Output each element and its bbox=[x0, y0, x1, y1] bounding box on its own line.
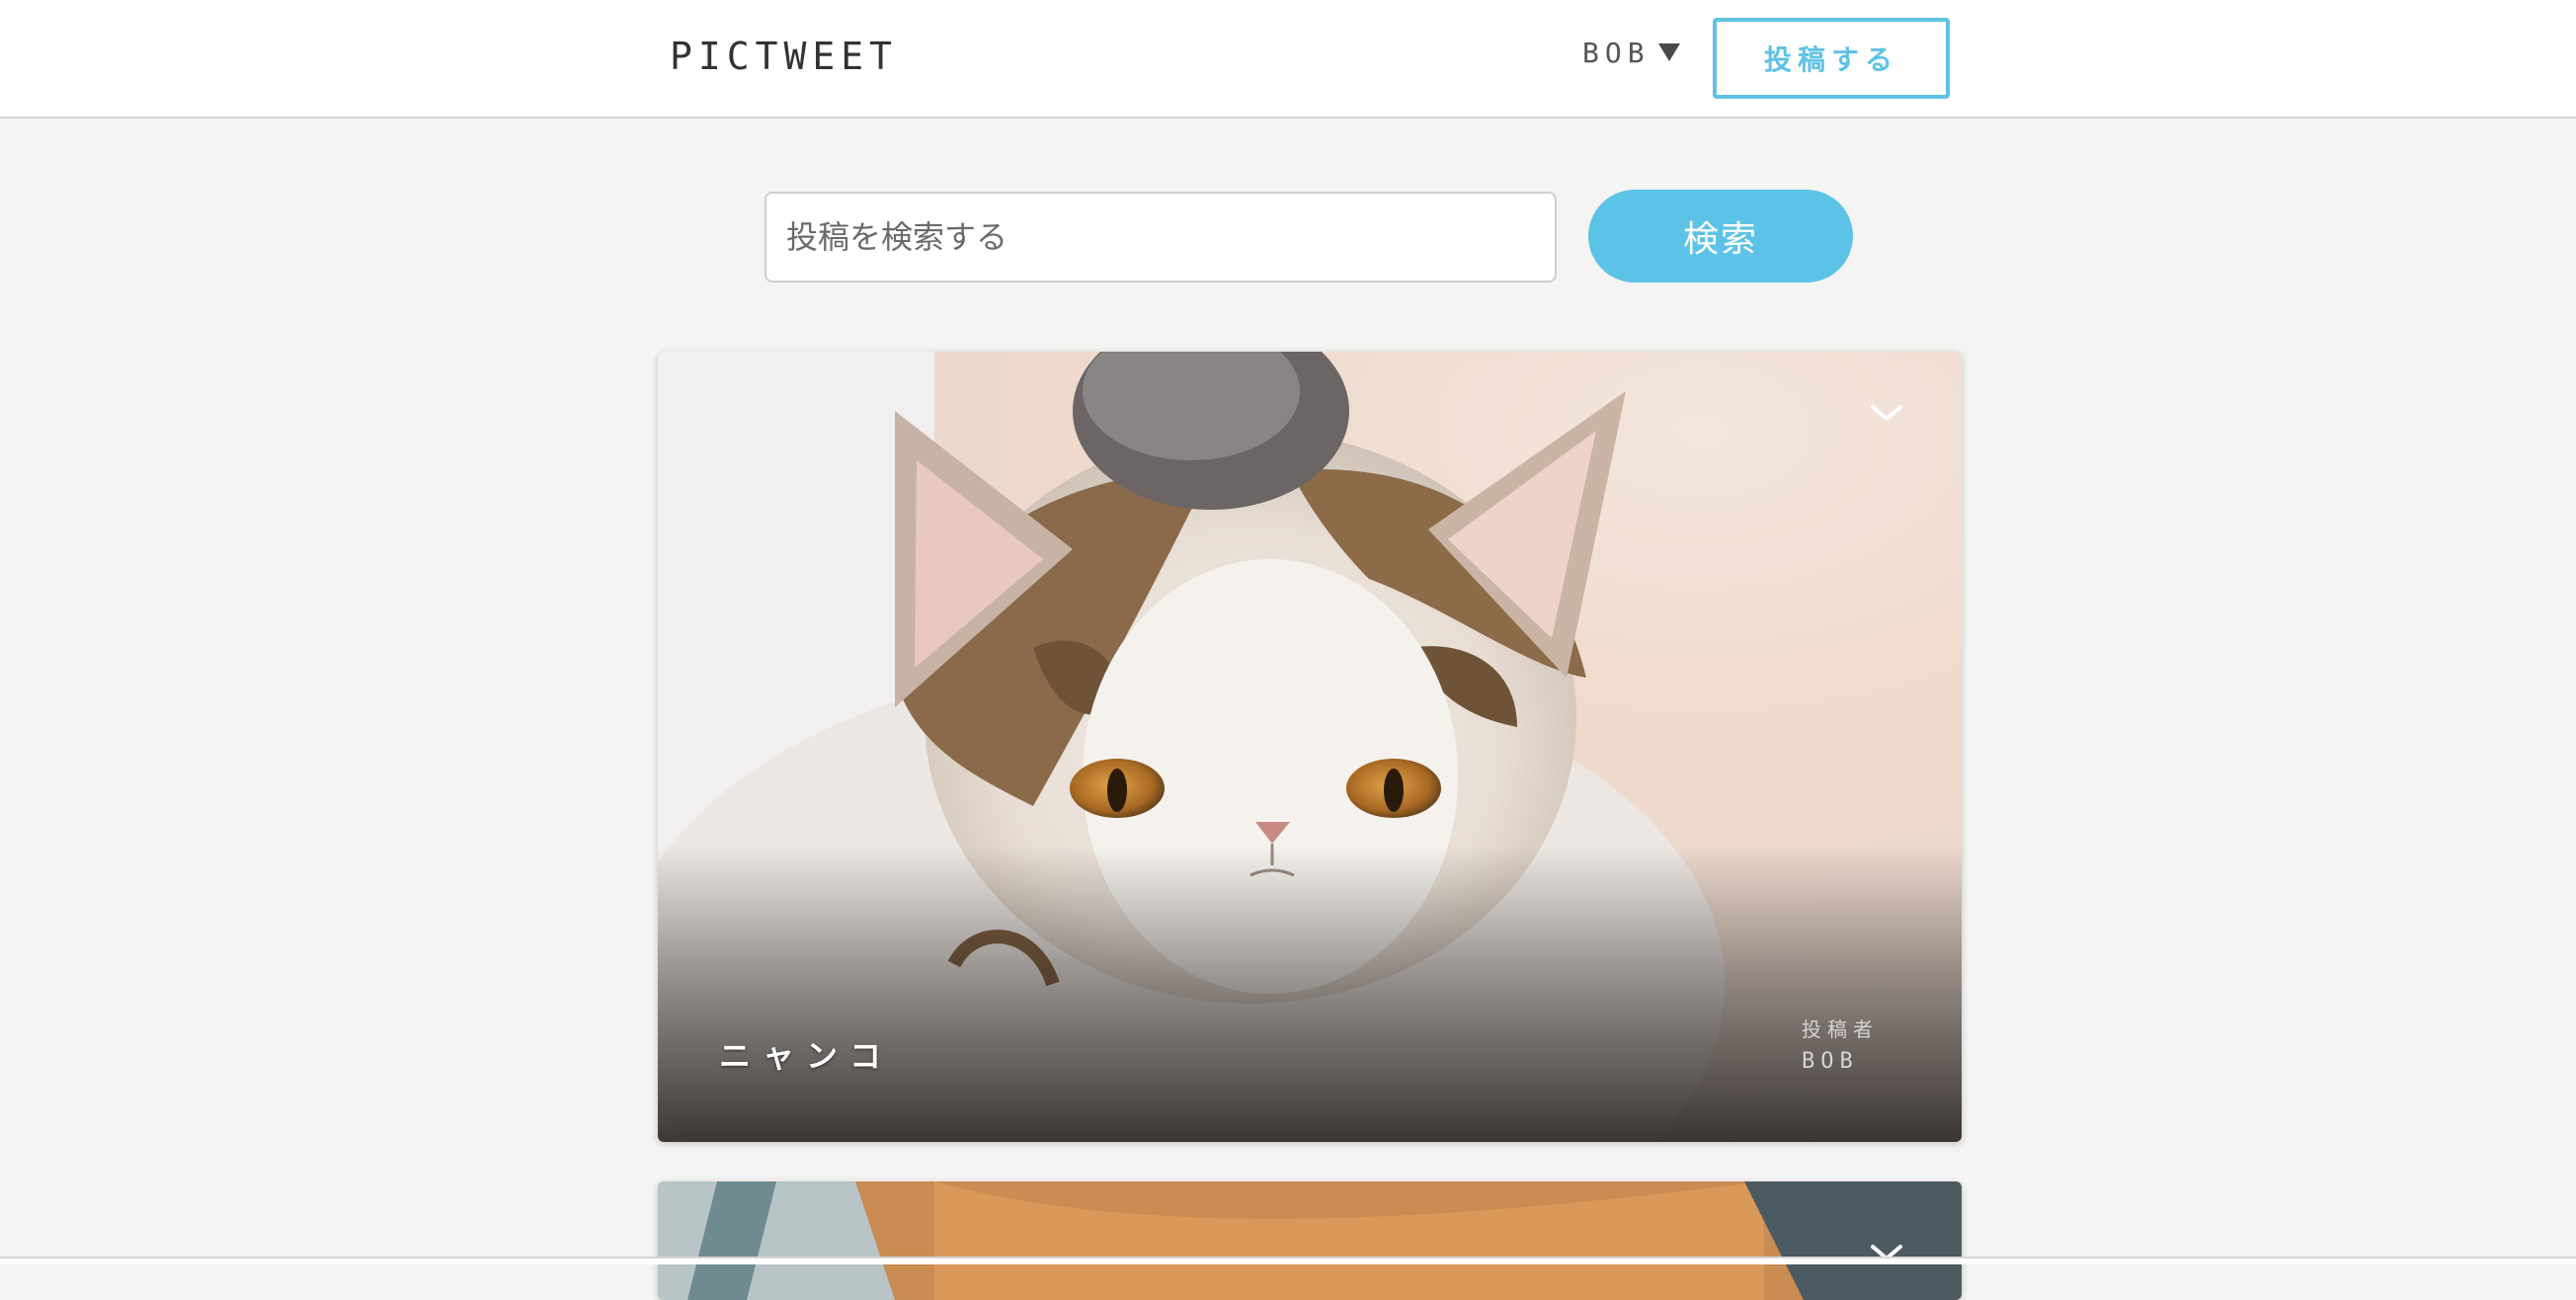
chevron-down-icon[interactable] bbox=[1869, 401, 1904, 425]
triangle-down-icon bbox=[1657, 43, 1680, 61]
logo[interactable]: PICTWEET bbox=[670, 32, 898, 81]
image-gradient-overlay bbox=[658, 846, 1962, 1142]
page-footer-edge bbox=[0, 1257, 2576, 1264]
author-label: 投稿者 bbox=[1802, 1017, 1879, 1041]
post-button[interactable]: 投稿する bbox=[1713, 18, 1950, 99]
post-card[interactable] bbox=[658, 1181, 1962, 1300]
author-name: BOB bbox=[1802, 1049, 1859, 1074]
post-card[interactable]: ニャンコ 投稿者 BOB bbox=[658, 352, 1962, 1142]
search-button[interactable]: 検索 bbox=[1588, 190, 1853, 283]
search-input[interactable] bbox=[765, 192, 1557, 283]
site-header: PICTWEET BOB 投稿する bbox=[0, 0, 2576, 119]
user-menu[interactable]: BOB bbox=[1582, 30, 1680, 75]
post-image bbox=[658, 1181, 1962, 1300]
user-name: BOB bbox=[1582, 36, 1650, 69]
post-title: ニャンコ bbox=[719, 1037, 894, 1075]
